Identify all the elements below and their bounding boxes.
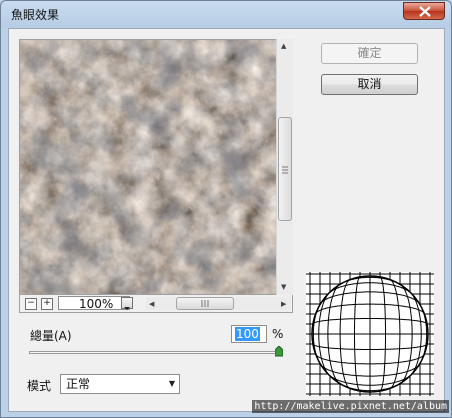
- cancel-button[interactable]: 取消: [321, 74, 418, 95]
- amount-unit: %: [272, 327, 284, 341]
- grip-icon: [282, 166, 288, 174]
- zoom-dropdown-button[interactable]: [121, 297, 133, 310]
- mode-select[interactable]: 正常 ▼: [60, 374, 180, 394]
- close-icon: [419, 6, 431, 17]
- scroll-right-icon[interactable]: ▶: [281, 300, 286, 308]
- preview-image[interactable]: [19, 39, 283, 295]
- amount-input[interactable]: 100: [231, 325, 267, 343]
- chevron-down-icon: [124, 307, 130, 310]
- window-title: 魚眼效果: [11, 8, 60, 22]
- mode-label: 模式: [27, 379, 52, 393]
- ok-button[interactable]: 確定: [321, 43, 418, 64]
- scroll-up-icon[interactable]: ▲: [281, 42, 286, 50]
- close-button[interactable]: [403, 2, 445, 20]
- amount-label: 總量(A): [30, 329, 72, 343]
- preview-vertical-scrollbar[interactable]: ▲ ▼: [276, 39, 293, 295]
- mode-value: 正常: [66, 377, 91, 391]
- scroll-left-icon[interactable]: ◀: [149, 300, 154, 308]
- watermark-url: http://makelive.pixnet.net/album: [252, 400, 449, 413]
- title-bar[interactable]: 魚眼效果: [1, 1, 451, 27]
- zoom-level-field[interactable]: 100%: [58, 296, 130, 311]
- preview-toolbar: − + 100% ◀ ▶: [19, 295, 293, 313]
- dialog-body: ▲ ▼ − + 100% ◀ ▶ 確定 取消 總量(A) 100 % 模式 正常…: [8, 28, 445, 412]
- fisheye-preview-grid: [306, 272, 434, 396]
- vertical-scroll-thumb[interactable]: [278, 117, 292, 221]
- amount-slider-track[interactable]: [29, 351, 279, 354]
- scroll-down-icon[interactable]: ▼: [281, 283, 286, 291]
- preview-horizontal-scrollbar[interactable]: ◀ ▶: [146, 297, 291, 310]
- rock-texture-image: [20, 40, 282, 294]
- zoom-out-button[interactable]: −: [25, 298, 37, 310]
- horizontal-scroll-thumb[interactable]: [176, 297, 234, 310]
- grip-icon: [201, 300, 209, 307]
- fisheye-dialog: 魚眼效果 ▲ ▼ − + 100% ◀ ▶ 確定 取消 總量(A) 100 % …: [0, 0, 452, 418]
- amount-value: 100: [235, 327, 260, 341]
- amount-slider-thumb[interactable]: [275, 346, 283, 357]
- chevron-down-icon: ▼: [168, 379, 175, 388]
- zoom-in-button[interactable]: +: [41, 298, 53, 310]
